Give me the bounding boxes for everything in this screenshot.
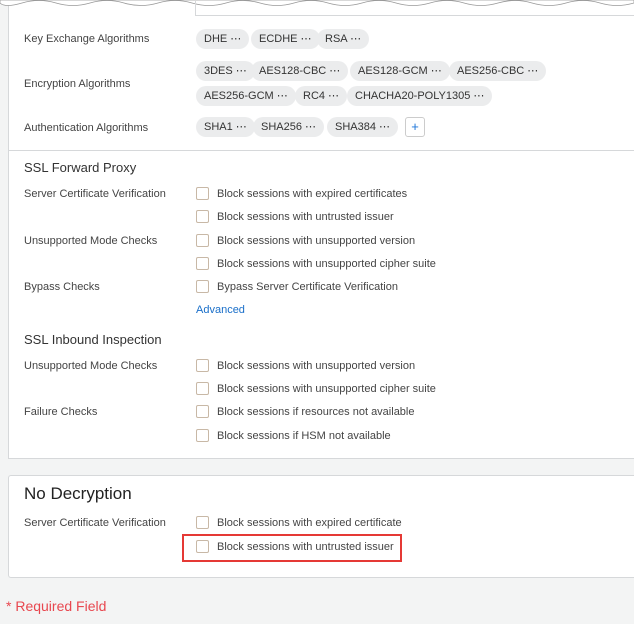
chip-aes128-cbc[interactable]: AES128-CBC ⋯	[251, 61, 349, 81]
chip-aes256-cbc[interactable]: AES256-CBC ⋯	[449, 61, 547, 81]
chip-ecdhe[interactable]: ECDHE ⋯	[251, 29, 320, 49]
chip-rsa[interactable]: RSA ⋯	[317, 29, 370, 49]
in-failure-label: Failure Checks	[24, 406, 98, 418]
nd-untrusted-issuer-checkbox[interactable]: Block sessions with untrusted issuer	[196, 540, 394, 553]
chip-sha384[interactable]: SHA384 ⋯	[327, 117, 399, 137]
chip-sha1[interactable]: SHA1 ⋯	[196, 117, 255, 137]
ssl-forward-proxy-title: SSL Forward Proxy	[24, 160, 137, 175]
divider	[9, 150, 634, 151]
in-unsupported-version-checkbox[interactable]: Block sessions with unsupported version	[196, 359, 415, 372]
nd-server-cert-label: Server Certificate Verification	[24, 517, 166, 529]
fp-expired-cert-checkbox[interactable]: Block sessions with expired certificates	[196, 187, 407, 200]
no-decryption-card: No Decryption Server Certificate Verific…	[8, 475, 634, 578]
checkbox-icon[interactable]	[196, 234, 209, 247]
chip-3des[interactable]: 3DES ⋯	[196, 61, 255, 81]
chip-chacha20[interactable]: CHACHA20-POLY1305 ⋯	[347, 86, 493, 106]
required-field-note: * Required Field	[6, 598, 107, 614]
fp-unsupported-cipher-checkbox[interactable]: Block sessions with unsupported cipher s…	[196, 257, 436, 270]
authentication-label: Authentication Algorithms	[24, 122, 149, 134]
in-resources-checkbox[interactable]: Block sessions if resources not availabl…	[196, 405, 414, 418]
ssl-inbound-title: SSL Inbound Inspection	[24, 332, 162, 347]
checkbox-icon[interactable]	[196, 540, 209, 553]
in-unsupported-label: Unsupported Mode Checks	[24, 360, 158, 372]
chip-aes256-gcm[interactable]: AES256-GCM ⋯	[196, 86, 296, 106]
checkbox-icon[interactable]	[196, 280, 209, 293]
chip-rc4[interactable]: RC4 ⋯	[295, 86, 348, 106]
fp-bypass-label: Bypass Checks	[24, 281, 100, 293]
checkbox-icon[interactable]	[196, 359, 209, 372]
fp-untrusted-issuer-checkbox[interactable]: Block sessions with untrusted issuer	[196, 210, 394, 223]
nd-expired-cert-checkbox[interactable]: Block sessions with expired certificate	[196, 516, 402, 529]
fp-unsupported-label: Unsupported Mode Checks	[24, 235, 158, 247]
input-bottom-edge	[195, 1, 634, 16]
checkbox-icon[interactable]	[196, 382, 209, 395]
no-decryption-title: No Decryption	[24, 484, 132, 503]
in-unsupported-cipher-checkbox[interactable]: Block sessions with unsupported cipher s…	[196, 382, 436, 395]
in-hsm-checkbox[interactable]: Block sessions if HSM not available	[196, 429, 391, 442]
checkbox-icon[interactable]	[196, 405, 209, 418]
decryption-profile-card: Key Exchange Algorithms DHE ⋯ ECDHE ⋯ RS…	[0, 0, 634, 459]
fp-unsupported-version-checkbox[interactable]: Block sessions with unsupported version	[196, 234, 415, 247]
checkbox-icon[interactable]	[196, 187, 209, 200]
checkbox-icon[interactable]	[196, 210, 209, 223]
checkbox-icon[interactable]	[196, 429, 209, 442]
checkbox-icon[interactable]	[196, 257, 209, 270]
chip-dhe[interactable]: DHE ⋯	[196, 29, 250, 49]
advanced-link[interactable]: Advanced	[196, 304, 245, 316]
chip-aes128-gcm[interactable]: AES128-GCM ⋯	[350, 61, 450, 81]
chip-sha256[interactable]: SHA256 ⋯	[253, 117, 325, 137]
add-algorithm-button[interactable]: +	[405, 117, 425, 137]
key-exchange-label: Key Exchange Algorithms	[24, 33, 150, 45]
fp-bypass-checkbox[interactable]: Bypass Server Certificate Verification	[196, 280, 398, 293]
checkbox-icon[interactable]	[196, 516, 209, 529]
encryption-label: Encryption Algorithms	[24, 78, 131, 90]
fp-server-cert-label: Server Certificate Verification	[24, 188, 166, 200]
